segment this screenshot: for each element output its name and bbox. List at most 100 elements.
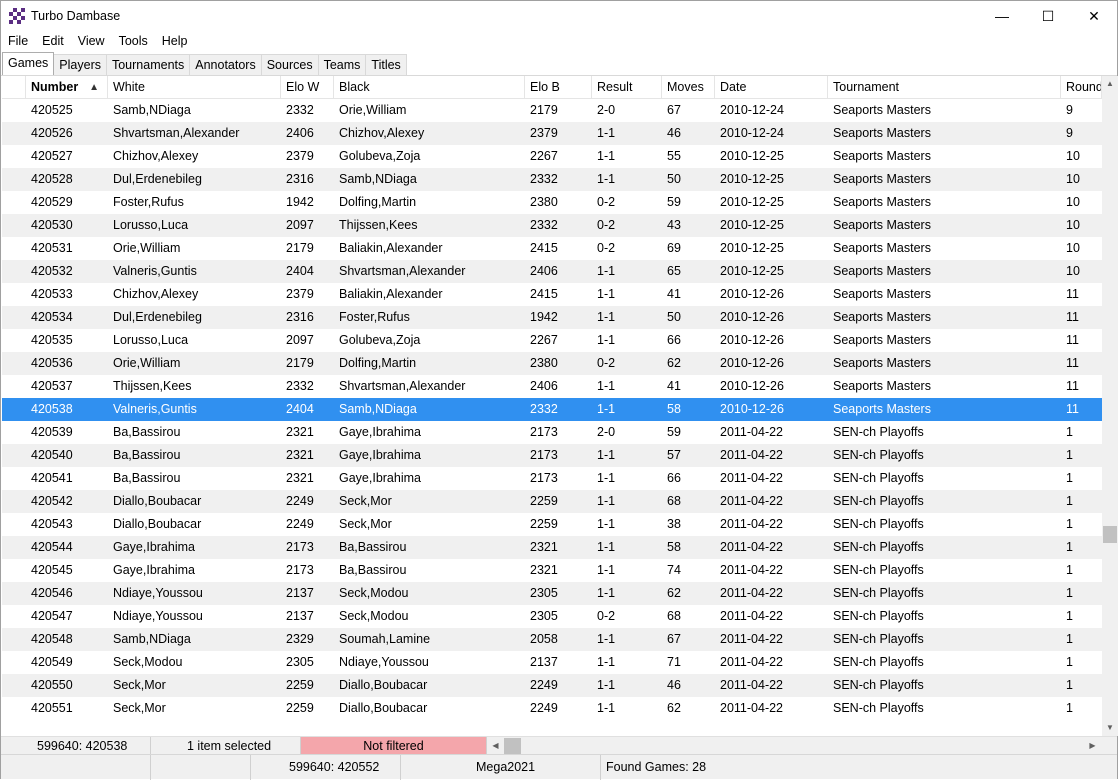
table-row[interactable]: 420531 Orie,William 2179 Baliakin,Alexander…: [2, 237, 1102, 260]
tab-teams[interactable]: Teams: [317, 54, 367, 75]
row-indicator[interactable]: [2, 628, 26, 651]
row-indicator[interactable]: [2, 467, 26, 490]
table-row[interactable]: 420548 Samb,NDiaga 2329 Soumah,Lamine 2058 1-…: [2, 628, 1102, 651]
row-indicator[interactable]: [2, 260, 26, 283]
cell-elo-b: 2380: [530, 356, 558, 370]
table-row[interactable]: 420551 Seck,Mor 2259 Diallo,Boubacar 2249 1-1…: [2, 697, 1102, 720]
tab-tournaments[interactable]: Tournaments: [105, 54, 191, 75]
column-header-round[interactable]: Round: [1061, 76, 1102, 99]
row-indicator[interactable]: [2, 536, 26, 559]
table-row[interactable]: 420534 Dul,Erdenebileg 2316 Foster,Rufus 194…: [2, 306, 1102, 329]
tab-titles[interactable]: Titles: [365, 54, 407, 75]
row-indicator[interactable]: [2, 375, 26, 398]
cell-white: Seck,Mor: [113, 701, 166, 715]
row-indicator[interactable]: [2, 490, 26, 513]
minimize-button[interactable]: —: [979, 1, 1025, 31]
column-header-elo-b[interactable]: Elo B: [525, 76, 592, 99]
table-row[interactable]: 420537 Thijssen,Kees 2332 Shvartsman,Alexan…: [2, 375, 1102, 398]
tab-annotators[interactable]: Annotators: [189, 54, 262, 75]
table-row[interactable]: 420529 Foster,Rufus 1942 Dolfing,Martin 2380…: [2, 191, 1102, 214]
row-indicator[interactable]: [2, 444, 26, 467]
row-indicator[interactable]: [2, 421, 26, 444]
games-grid[interactable]: Number ▲ White Elo W Black Elo B Result …: [2, 76, 1102, 736]
column-header-black[interactable]: Black: [334, 76, 525, 99]
table-row[interactable]: 420542 Diallo,Boubacar 2249 Seck,Mor 2259 1-1…: [2, 490, 1102, 513]
row-indicator[interactable]: [2, 237, 26, 260]
column-header-elo-w[interactable]: Elo W: [281, 76, 334, 99]
row-indicator[interactable]: [2, 651, 26, 674]
row-indicator[interactable]: [2, 697, 26, 720]
table-row[interactable]: 420533 Chizhov,Alexey 2379 Baliakin,Alexand…: [2, 283, 1102, 306]
row-indicator[interactable]: [2, 306, 26, 329]
table-row[interactable]: 420547 Ndiaye,Youssou 2137 Seck,Modou 2305 0-…: [2, 605, 1102, 628]
row-indicator[interactable]: [2, 513, 26, 536]
table-row[interactable]: 420545 Gaye,Ibrahima 2173 Ba,Bassirou 2321 1-…: [2, 559, 1102, 582]
table-row[interactable]: 420528 Dul,Erdenebileg 2316 Samb,NDiaga 2332…: [2, 168, 1102, 191]
table-row[interactable]: 420538 Valneris,Guntis 2404 Samb,NDiaga 2332…: [2, 398, 1102, 421]
table-row[interactable]: 420550 Seck,Mor 2259 Diallo,Boubacar 2249 1-1…: [2, 674, 1102, 697]
column-header-indicator[interactable]: [2, 76, 26, 99]
table-row[interactable]: 420532 Valneris,Guntis 2404 Shvartsman,Alex…: [2, 260, 1102, 283]
cell-round: 10: [1066, 149, 1080, 163]
table-row[interactable]: 420540 Ba,Bassirou 2321 Gaye,Ibrahima 2173 1-…: [2, 444, 1102, 467]
table-row[interactable]: 420527 Chizhov,Alexey 2379 Golubeva,Zoja 226…: [2, 145, 1102, 168]
close-button[interactable]: ✕: [1071, 1, 1117, 31]
maximize-button[interactable]: ☐: [1025, 1, 1071, 31]
tab-sources[interactable]: Sources: [260, 54, 319, 75]
table-row[interactable]: 420536 Orie,William 2179 Dolfing,Martin 2380…: [2, 352, 1102, 375]
row-indicator[interactable]: [2, 191, 26, 214]
window-controls: — ☐ ✕: [979, 1, 1117, 31]
row-indicator[interactable]: [2, 398, 26, 421]
menu-help[interactable]: Help: [155, 31, 195, 52]
table-row[interactable]: 420546 Ndiaye,Youssou 2137 Seck,Modou 2305 1-…: [2, 582, 1102, 605]
table-row[interactable]: 420525 Samb,NDiaga 2332 Orie,William 2179 2-0…: [2, 99, 1102, 122]
row-indicator[interactable]: [2, 329, 26, 352]
vertical-scroll-thumb[interactable]: [1103, 526, 1117, 543]
scroll-right-icon[interactable]: ▶: [1084, 737, 1101, 755]
table-row[interactable]: 420544 Gaye,Ibrahima 2173 Ba,Bassirou 2321 1-…: [2, 536, 1102, 559]
cell-result: 1-1: [597, 287, 616, 301]
filter-status[interactable]: Not filtered: [301, 736, 487, 755]
cell-number: 420542: [31, 494, 73, 508]
row-indicator[interactable]: [2, 99, 26, 122]
column-header-tournament[interactable]: Tournament: [828, 76, 1061, 99]
row-indicator[interactable]: [2, 605, 26, 628]
tab-games[interactable]: Games: [2, 52, 55, 75]
table-row[interactable]: 420549 Seck,Modou 2305 Ndiaye,Youssou 2137 1-…: [2, 651, 1102, 674]
cell-elo-w: 2321: [286, 448, 314, 462]
horizontal-scroll-thumb[interactable]: [504, 738, 521, 754]
column-header-white[interactable]: White: [108, 76, 281, 99]
vertical-scrollbar[interactable]: ▲ ▼: [1102, 76, 1118, 736]
table-row[interactable]: 420543 Diallo,Boubacar 2249 Seck,Mor 2259 1-1…: [2, 513, 1102, 536]
column-header-moves[interactable]: Moves: [662, 76, 715, 99]
table-row[interactable]: 420526 Shvartsman,Alexander 2406 Chizhov,Al…: [2, 122, 1102, 145]
menu-view[interactable]: View: [71, 31, 112, 52]
scroll-up-icon[interactable]: ▲: [1102, 76, 1118, 92]
table-row[interactable]: 420541 Ba,Bassirou 2321 Gaye,Ibrahima 2173 1-…: [2, 467, 1102, 490]
table-row[interactable]: 420530 Lorusso,Luca 2097 Thijssen,Kees 2332 0…: [2, 214, 1102, 237]
cell-black: Diallo,Boubacar: [339, 701, 428, 715]
column-header-number[interactable]: Number ▲: [26, 76, 108, 99]
row-indicator[interactable]: [2, 674, 26, 697]
row-indicator[interactable]: [2, 559, 26, 582]
horizontal-scrollbar[interactable]: ◀ ▶: [487, 737, 1101, 755]
scroll-left-icon[interactable]: ◀: [487, 737, 504, 755]
row-indicator[interactable]: [2, 582, 26, 605]
menu-edit[interactable]: Edit: [35, 31, 71, 52]
row-indicator[interactable]: [2, 214, 26, 237]
row-indicator[interactable]: [2, 168, 26, 191]
cell-date: 2011-04-22: [720, 655, 784, 669]
row-indicator[interactable]: [2, 122, 26, 145]
table-row[interactable]: 420539 Ba,Bassirou 2321 Gaye,Ibrahima 2173 2-…: [2, 421, 1102, 444]
column-header-result[interactable]: Result: [592, 76, 662, 99]
tab-players[interactable]: Players: [53, 54, 107, 75]
row-indicator[interactable]: [2, 352, 26, 375]
row-indicator[interactable]: [2, 145, 26, 168]
menu-file[interactable]: File: [1, 31, 35, 52]
column-header-date[interactable]: Date: [715, 76, 828, 99]
cell-tournament: SEN-ch Playoffs: [833, 471, 924, 485]
menu-tools[interactable]: Tools: [112, 31, 155, 52]
scroll-down-icon[interactable]: ▼: [1102, 720, 1118, 736]
table-row[interactable]: 420535 Lorusso,Luca 2097 Golubeva,Zoja 2267 1…: [2, 329, 1102, 352]
row-indicator[interactable]: [2, 283, 26, 306]
